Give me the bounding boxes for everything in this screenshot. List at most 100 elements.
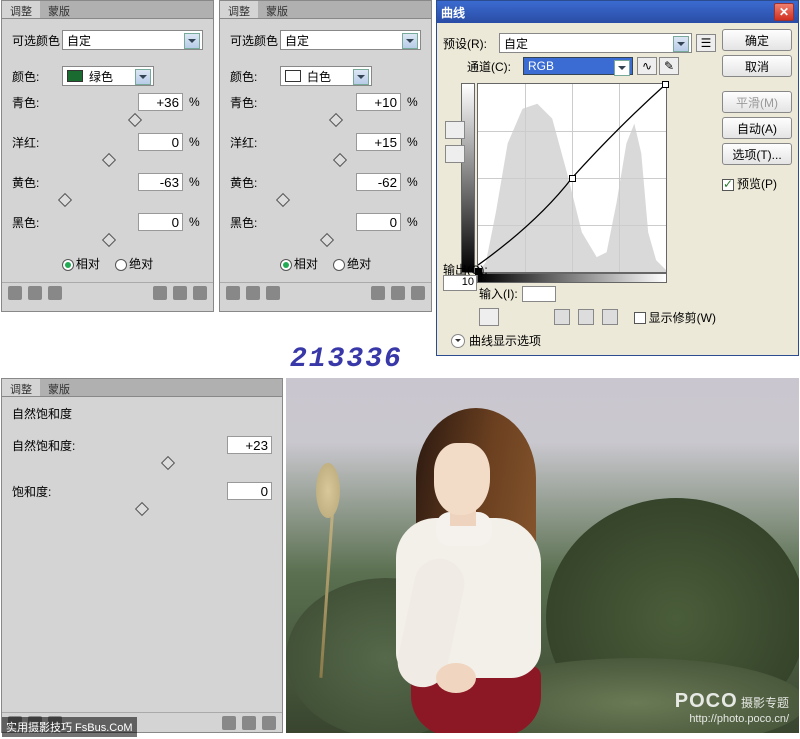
foot-icon[interactable]: [173, 286, 187, 300]
cyan-label: 青色:: [12, 94, 62, 111]
tab-adjust[interactable]: 调整: [2, 1, 40, 18]
trash-icon[interactable]: [411, 286, 425, 300]
yellow-label: 黄色:: [12, 174, 62, 191]
swatch-green: [67, 70, 83, 82]
tab-mask[interactable]: 蒙版: [40, 379, 78, 396]
panel-tabs: 调整 蒙版: [2, 1, 213, 19]
cancel-button[interactable]: 取消: [722, 55, 792, 77]
relative-radio[interactable]: 相对: [280, 257, 318, 271]
foot-icon[interactable]: [266, 286, 280, 300]
foot-icon[interactable]: [371, 286, 385, 300]
close-button[interactable]: ✕: [774, 3, 794, 21]
foot-icon[interactable]: [8, 286, 22, 300]
trash-icon[interactable]: [262, 716, 276, 730]
auto-button[interactable]: 自动(A): [722, 117, 792, 139]
vibrance-panel: 调整蒙版 自然饱和度 自然饱和度: 饱和度:: [1, 378, 283, 733]
white-point-eyedropper-icon[interactable]: [602, 309, 618, 325]
relative-radio[interactable]: 相对: [62, 257, 100, 271]
magenta-label: 洋红:: [12, 134, 62, 151]
preset-label: 预设(R):: [443, 35, 499, 52]
black-point-eyedropper-icon[interactable]: [554, 309, 570, 325]
vibrance-label: 自然饱和度:: [12, 437, 82, 454]
yellow-slider[interactable]: [230, 197, 421, 207]
saturation-slider[interactable]: [12, 506, 272, 516]
vibrance-input[interactable]: [227, 436, 272, 454]
result-photo: POCO 摄影专题 http://photo.poco.cn/: [286, 378, 799, 733]
black-slider[interactable]: [12, 237, 203, 247]
corner-watermark: 实用摄影技巧 FsBus.CoM: [2, 717, 137, 737]
color-dropdown[interactable]: 绿色: [62, 66, 154, 86]
trash-icon[interactable]: [193, 286, 207, 300]
tab-mask[interactable]: 蒙版: [258, 1, 296, 18]
ok-button[interactable]: 确定: [722, 29, 792, 51]
tab-mask[interactable]: 蒙版: [40, 1, 78, 18]
options-button[interactable]: 选项(T)...: [722, 143, 792, 165]
foot-icon[interactable]: [28, 286, 42, 300]
chevron-down-icon: [451, 334, 465, 348]
input-gradient: [477, 273, 667, 283]
titlebar[interactable]: 曲线 ✕: [437, 1, 798, 23]
yellow-input[interactable]: [138, 173, 183, 191]
black-slider[interactable]: [230, 237, 421, 247]
saturation-input[interactable]: [227, 482, 272, 500]
foot-icon[interactable]: [222, 716, 236, 730]
show-clipping-checkbox[interactable]: 显示修剪(W): [634, 309, 716, 326]
channel-label: 通道(C):: [467, 58, 523, 75]
selective-color-panel-green: 调整 蒙版 可选颜色 自定 颜色: 绿色 青色:% 洋红:% 黄色:% 黑色:%…: [1, 0, 214, 312]
yellow-slider[interactable]: [12, 197, 203, 207]
magenta-slider[interactable]: [12, 157, 203, 167]
vibrance-slider[interactable]: [12, 460, 272, 470]
channel-dropdown[interactable]: RGB: [523, 57, 633, 75]
foot-icon[interactable]: [226, 286, 240, 300]
black-input[interactable]: [138, 213, 183, 231]
curve-point[interactable]: [662, 81, 669, 88]
magenta-slider[interactable]: [230, 157, 421, 167]
cyan-input[interactable]: [356, 93, 401, 111]
yellow-input[interactable]: [356, 173, 401, 191]
black-input[interactable]: [356, 213, 401, 231]
pencil-tool-icon[interactable]: [445, 145, 465, 163]
chevron-down-icon: [184, 33, 200, 49]
preview-checkbox[interactable]: 预览(P): [722, 175, 792, 192]
foot-icon[interactable]: [242, 716, 256, 730]
pencil-mode-icon[interactable]: ✎: [659, 57, 679, 75]
absolute-radio[interactable]: 绝对: [115, 257, 153, 271]
saturation-label: 饱和度:: [12, 483, 82, 500]
tab-adjust[interactable]: 调整: [220, 1, 258, 18]
curves-dialog: 曲线 ✕ 预设(R): 自定 ☰ 通道(C): RGB ∿✎: [436, 0, 799, 356]
curve-point[interactable]: [569, 175, 576, 182]
gray-point-eyedropper-icon[interactable]: [578, 309, 594, 325]
input-label: 输入(I):: [479, 285, 518, 302]
output-value[interactable]: 10: [443, 275, 477, 291]
output-gradient: [461, 83, 475, 273]
hand-tool-icon[interactable]: [479, 308, 499, 326]
cyan-slider[interactable]: [230, 117, 421, 127]
color-dropdown[interactable]: 白色: [280, 66, 372, 86]
selcol-title: 可选颜色: [12, 32, 62, 49]
cyan-slider[interactable]: [12, 117, 203, 127]
dialog-title: 曲线: [441, 4, 774, 21]
foot-icon[interactable]: [246, 286, 260, 300]
preset-dropdown[interactable]: 自定: [62, 30, 203, 50]
curve-mode-icon[interactable]: ∿: [637, 57, 657, 75]
preset-dropdown[interactable]: 自定: [280, 30, 421, 50]
vibrance-title: 自然饱和度: [12, 405, 272, 422]
foot-icon[interactable]: [48, 286, 62, 300]
input-value[interactable]: [522, 286, 556, 302]
tab-adjust[interactable]: 调整: [2, 379, 40, 396]
chevron-down-icon: [135, 69, 151, 85]
poco-watermark: POCO 摄影专题 http://photo.poco.cn/: [675, 690, 789, 725]
watermark-number: 213336: [290, 344, 403, 375]
panel-footer: [2, 282, 213, 302]
magenta-input[interactable]: [138, 133, 183, 151]
foot-icon[interactable]: [391, 286, 405, 300]
cyan-input[interactable]: [138, 93, 183, 111]
absolute-radio[interactable]: 绝对: [333, 257, 371, 271]
curve-tool-icon[interactable]: [445, 121, 465, 139]
display-options-toggle[interactable]: 曲线显示选项: [451, 332, 716, 349]
preset-menu-icon[interactable]: ☰: [696, 34, 716, 52]
curve-graph[interactable]: [477, 83, 667, 273]
foot-icon[interactable]: [153, 286, 167, 300]
magenta-input[interactable]: [356, 133, 401, 151]
preset-dropdown[interactable]: 自定: [499, 33, 692, 53]
